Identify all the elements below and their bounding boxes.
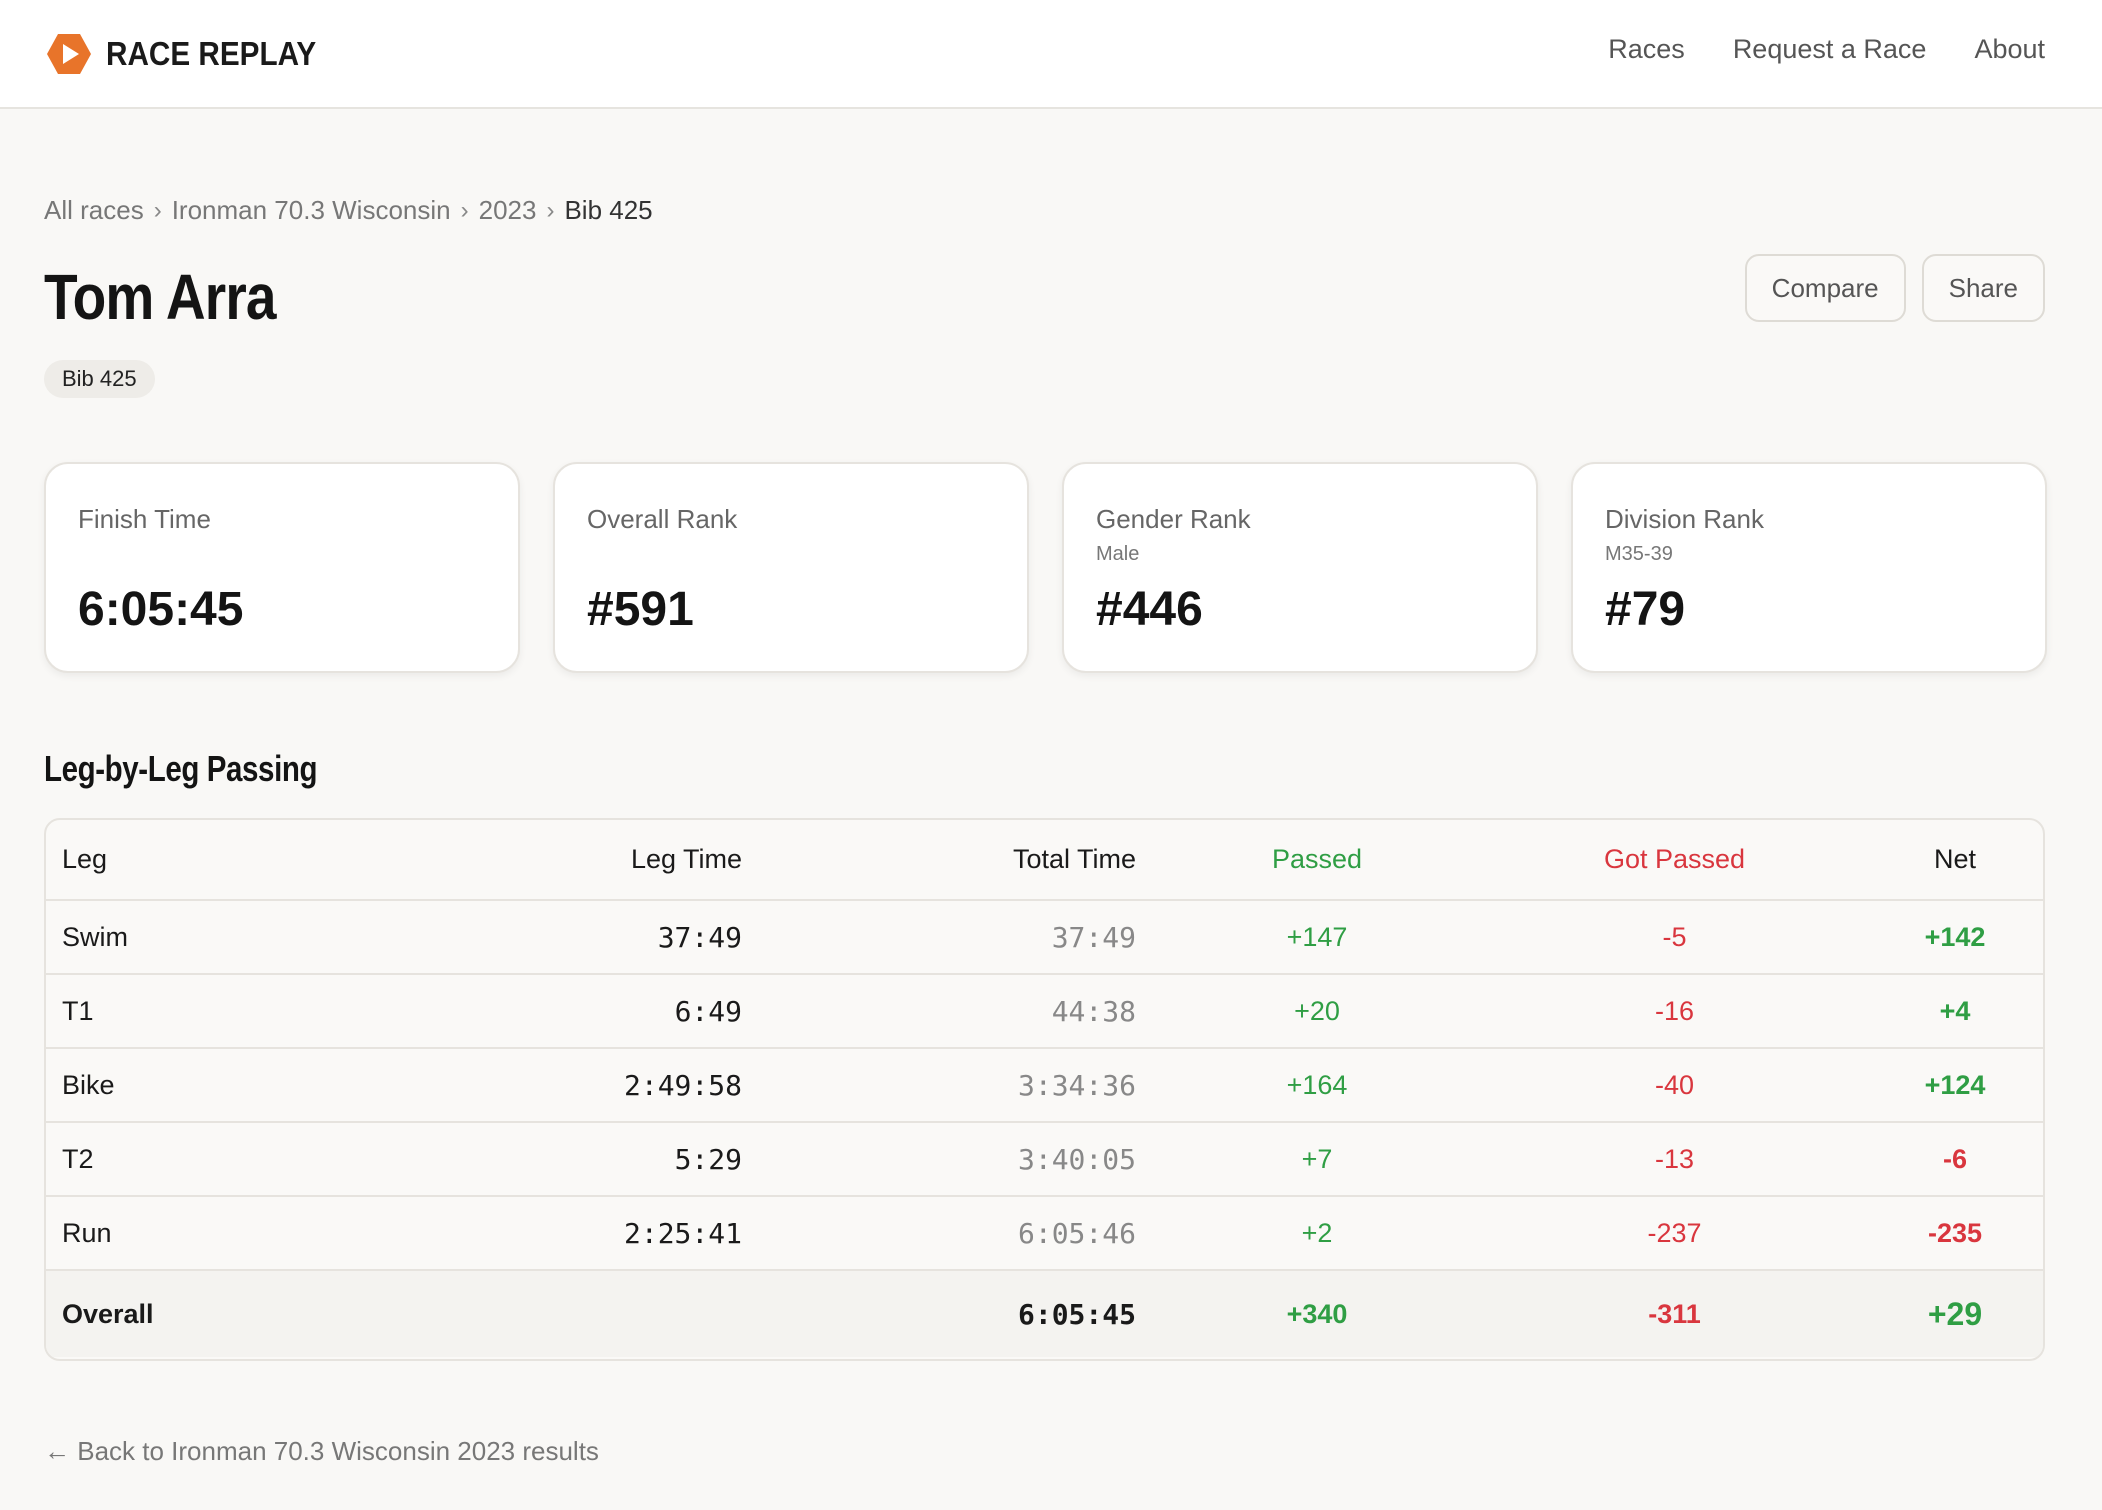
bib-badge: Bib 425 — [44, 360, 155, 398]
cell-leg-time: 2:49:58 — [623, 1068, 742, 1102]
breadcrumb-link-all-races[interactable]: All races — [44, 195, 144, 226]
cell-net: +29 — [1927, 1295, 1983, 1332]
brand-name: RACE REPLAY — [106, 35, 317, 72]
breadcrumb-current: Bib 425 — [564, 195, 653, 225]
breadcrumb-separator: › — [546, 196, 555, 224]
table-row: Swim 37:49 37:49 +147 -5 +142 — [46, 900, 2043, 974]
cell-net: +124 — [1924, 1069, 1986, 1100]
table-row: Bike 2:49:58 3:34:36 +164 -40 +124 — [46, 1048, 2043, 1122]
cell-passed: +340 — [1286, 1298, 1348, 1329]
column-header-net: Net — [1867, 820, 2043, 901]
table-header-row: Leg Leg Time Total Time Passed Got Passe… — [46, 820, 2043, 901]
cell-passed: +147 — [1286, 921, 1348, 952]
cell-total-time: 3:40:05 — [1017, 1142, 1136, 1176]
table-row: Run 2:25:41 6:05:46 +2 -237 -235 — [46, 1196, 2043, 1270]
stat-label: Overall Rank — [587, 504, 738, 534]
stat-label: Finish Time — [78, 504, 211, 534]
cell-passed: +2 — [1301, 1217, 1333, 1248]
back-to-results-link[interactable]: ← Back to Ironman 70.3 Wisconsin 2023 re… — [44, 1436, 599, 1467]
page-actions: Compare Share — [1744, 254, 2045, 322]
cell-passed: +164 — [1286, 1069, 1348, 1100]
column-header-leg: Leg — [46, 820, 506, 901]
passing-table: Leg Leg Time Total Time Passed Got Passe… — [44, 818, 2045, 1361]
cell-got-passed: -311 — [1648, 1298, 1701, 1329]
compare-button[interactable]: Compare — [1744, 254, 1906, 322]
cell-leg: T1 — [62, 995, 94, 1026]
cell-leg-time: 37:49 — [657, 920, 742, 954]
cell-total-time: 44:38 — [1051, 994, 1136, 1028]
cell-leg: Swim — [62, 921, 128, 952]
share-button[interactable]: Share — [1921, 254, 2045, 322]
cell-total-time: 37:49 — [1051, 920, 1136, 954]
cell-got-passed: -13 — [1654, 1143, 1695, 1174]
cell-leg: Overall — [62, 1298, 154, 1329]
play-hexagon-icon — [47, 34, 91, 74]
cell-leg-time: 5:29 — [674, 1142, 742, 1176]
cell-leg: Bike — [62, 1069, 115, 1100]
table-row: T1 6:49 44:38 +20 -16 +4 — [46, 974, 2043, 1048]
column-header-leg-time: Leg Time — [506, 820, 758, 901]
stat-label: Division Rank — [1605, 504, 1764, 534]
column-header-passed: Passed — [1152, 820, 1482, 901]
stat-value: #79 — [1605, 583, 1686, 636]
cell-leg-time: 2:25:41 — [623, 1216, 742, 1250]
cell-total-time: 6:05:46 — [1017, 1216, 1136, 1250]
table-row: T2 5:29 3:40:05 +7 -13 -6 — [46, 1122, 2043, 1196]
breadcrumb-separator: › — [460, 196, 469, 224]
stat-value: #591 — [587, 583, 694, 636]
cell-net: -235 — [1927, 1217, 1983, 1248]
cell-leg: Run — [62, 1217, 112, 1248]
stat-cards: Finish Time 6:05:45 Overall Rank #591 Ge… — [44, 462, 2047, 673]
stat-sublabel: M35-39 — [1605, 543, 1673, 565]
cell-got-passed: -5 — [1662, 921, 1687, 952]
athlete-name: Tom Arra — [44, 261, 277, 333]
breadcrumb-link-year[interactable]: 2023 — [479, 195, 537, 226]
table-row-overall: Overall 6:05:45 +340 -311 +29 — [46, 1270, 2043, 1357]
cell-net: +4 — [1939, 995, 1971, 1026]
cell-passed: +20 — [1294, 995, 1340, 1026]
cell-leg-time: 6:49 — [674, 994, 742, 1028]
stat-label: Gender Rank — [1096, 504, 1251, 534]
column-header-total-time: Total Time — [758, 820, 1152, 901]
cell-got-passed: -237 — [1647, 1217, 1702, 1248]
cell-passed: +7 — [1301, 1143, 1333, 1174]
cell-got-passed: -16 — [1654, 995, 1695, 1026]
cell-leg: T2 — [62, 1143, 94, 1174]
breadcrumb-link-race[interactable]: Ironman 70.3 Wisconsin — [172, 195, 451, 226]
stat-card-gender-rank: Gender Rank Male #446 — [1062, 462, 1538, 673]
section-title-passing: Leg-by-Leg Passing — [44, 748, 318, 789]
nav-link-about[interactable]: About — [1974, 34, 2045, 65]
stat-sublabel: Male — [1096, 543, 1140, 565]
stat-value: 6:05:45 — [78, 583, 244, 636]
stat-card-overall-rank: Overall Rank #591 — [553, 462, 1029, 673]
breadcrumb: All races › Ironman 70.3 Wisconsin › 202… — [44, 195, 653, 226]
nav-link-request-race[interactable]: Request a Race — [1733, 34, 1927, 65]
stat-value: #446 — [1096, 583, 1203, 636]
brand-logo-link[interactable]: RACE REPLAY — [46, 32, 340, 76]
cell-total-time: 3:34:36 — [1017, 1068, 1136, 1102]
column-header-got-passed: Got Passed — [1482, 820, 1867, 901]
cell-leg-time — [506, 1270, 758, 1357]
cell-net: +142 — [1924, 921, 1986, 952]
nav-link-races[interactable]: Races — [1608, 34, 1685, 65]
breadcrumb-separator: › — [153, 196, 162, 224]
cell-total-time: 6:05:45 — [1017, 1297, 1136, 1331]
cell-net: -6 — [1942, 1143, 1967, 1174]
stat-card-division-rank: Division Rank M35-39 #79 — [1571, 462, 2047, 673]
stat-card-finish-time: Finish Time 6:05:45 — [44, 462, 520, 673]
main-nav: Races Request a Race About — [1608, 34, 2045, 65]
cell-got-passed: -40 — [1654, 1069, 1695, 1100]
top-navigation-bar: RACE REPLAY Races Request a Race About — [0, 0, 2102, 109]
